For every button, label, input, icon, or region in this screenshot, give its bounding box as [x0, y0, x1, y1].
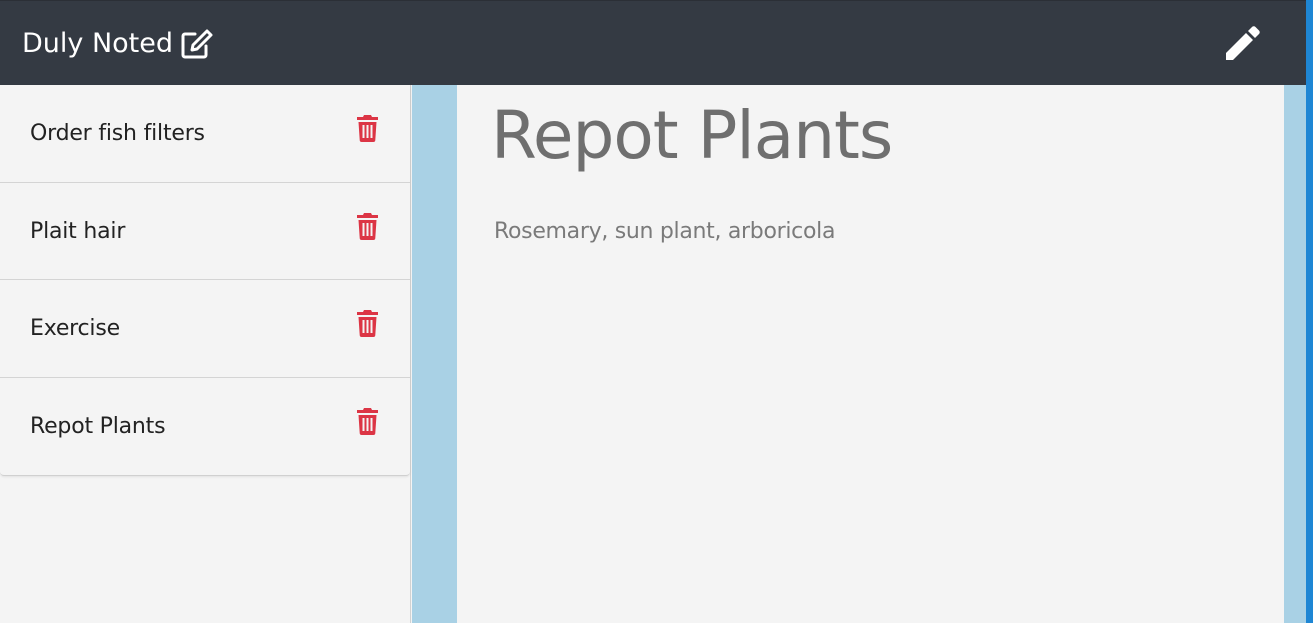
note-title[interactable]: Repot Plants	[491, 97, 893, 174]
list-item[interactable]: Repot Plants	[0, 378, 410, 475]
trash-icon[interactable]	[356, 212, 379, 240]
brand[interactable]: Duly Noted	[22, 27, 214, 61]
trash-icon[interactable]	[356, 309, 379, 337]
list-item[interactable]: Exercise	[0, 280, 410, 378]
trash-icon[interactable]	[356, 407, 379, 435]
list-item[interactable]: Plait hair	[0, 183, 410, 280]
accent-stripe-left	[412, 85, 457, 623]
trash-icon[interactable]	[356, 114, 379, 142]
navbar: Duly Noted	[0, 0, 1306, 85]
note-list-title: Order fish filters	[30, 121, 205, 146]
brand-label: Duly Noted	[22, 28, 174, 59]
note-list-title: Exercise	[30, 316, 120, 341]
accent-stripe-right	[1284, 85, 1306, 623]
note-editor[interactable]: Repot Plants Rosemary, sun plant, arbori…	[457, 85, 1284, 623]
note-list-title: Plait hair	[30, 218, 126, 244]
list-item[interactable]: Order fish filters	[0, 85, 410, 183]
window-edge	[1306, 0, 1313, 623]
edit-square-icon	[181, 29, 213, 59]
note-list-title: Repot Plants	[30, 413, 166, 439]
notes-list: Order fish filters Plait hair Exercise R…	[0, 85, 410, 476]
note-body[interactable]: Rosemary, sun plant, arboricola	[494, 219, 835, 244]
notes-sidebar: Order fish filters Plait hair Exercise R…	[0, 85, 411, 623]
pencil-icon[interactable]	[1222, 23, 1262, 63]
